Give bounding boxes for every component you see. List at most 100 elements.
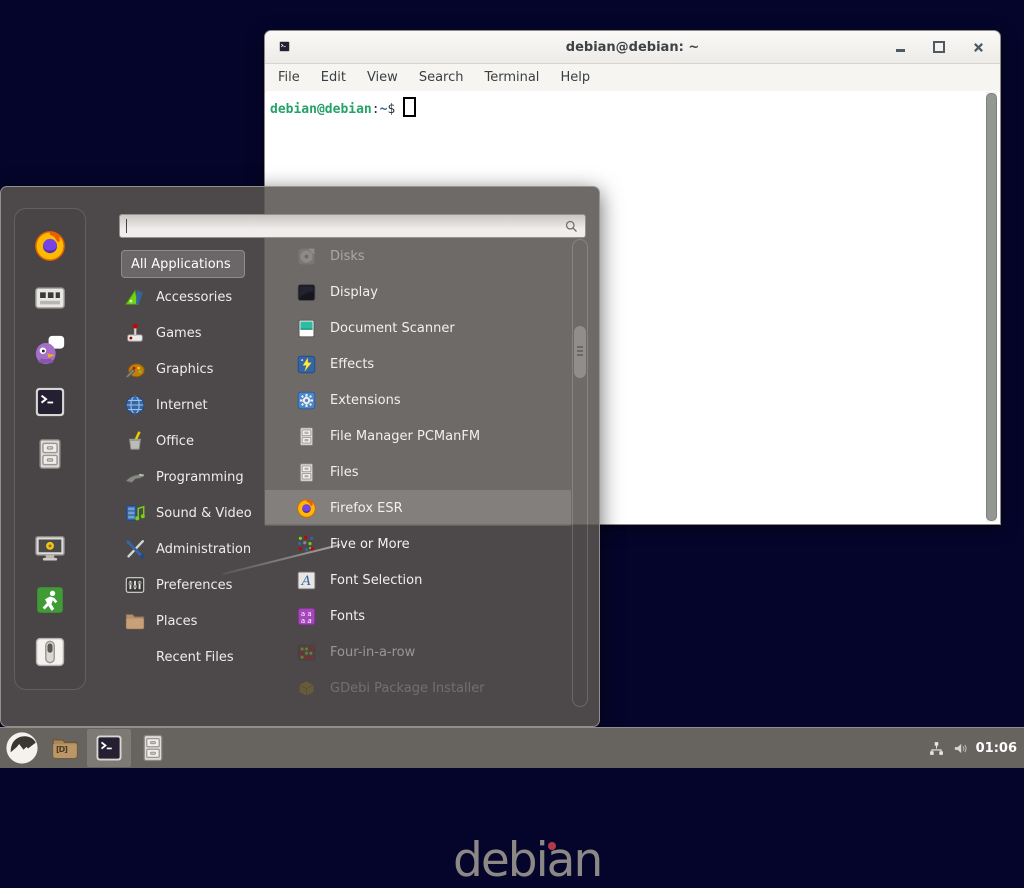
category-label: Accessories (156, 290, 232, 305)
category-item[interactable]: Office (121, 423, 271, 459)
all-applications-button[interactable]: All Applications (121, 250, 245, 278)
system-tray: 01:06 (928, 740, 1024, 757)
application-list-item[interactable]: GDebi Package Installer (265, 670, 571, 706)
administration-icon (124, 538, 146, 560)
application-label: Extensions (330, 393, 401, 408)
terminal-window-icon (278, 40, 291, 53)
search-caret (126, 219, 127, 233)
application-list-item[interactable]: aaaa Fonts (265, 598, 571, 634)
category-item[interactable]: Sound & Video (121, 495, 271, 531)
application-list-scrollbar[interactable] (572, 239, 588, 707)
taskbar-window-button[interactable] (87, 729, 131, 767)
prompt-dollar: $ (387, 102, 395, 117)
maximize-button[interactable] (933, 41, 945, 53)
application-label: File Manager PCManFM (330, 429, 480, 444)
sound-video-icon (124, 502, 146, 524)
gdebi-icon (296, 678, 317, 699)
application-list-item[interactable]: Files (265, 454, 571, 490)
file-manager-icon (296, 426, 317, 447)
category-item[interactable]: Preferences (121, 567, 271, 603)
category-item[interactable]: Accessories (121, 279, 271, 315)
debian-watermark: debian (453, 837, 601, 884)
cabinet-icon[interactable] (33, 437, 67, 471)
firefox-icon[interactable] (33, 229, 67, 263)
application-label: Four-in-a-row (330, 645, 415, 660)
terminal-icon[interactable] (33, 385, 67, 419)
category-label: Graphics (156, 362, 213, 377)
category-label: Places (156, 614, 197, 629)
application-menu: debian All Applications Accessories (0, 186, 600, 727)
close-button[interactable] (973, 42, 984, 53)
games-icon (124, 322, 146, 344)
terminal-scrollbar[interactable] (986, 92, 997, 522)
search-icon (564, 219, 579, 234)
pidgin-icon[interactable] (33, 333, 67, 367)
prompt-user-host: debian@debian (270, 102, 372, 117)
shutdown-icon[interactable] (33, 635, 67, 669)
application-list-item[interactable]: Display (265, 274, 571, 310)
application-list: Disks Display Document Scanner Effects E… (265, 238, 571, 706)
application-list-scrollbar-thumb[interactable] (574, 326, 586, 378)
prompt-colon: : (372, 102, 380, 117)
volume-icon[interactable] (952, 740, 969, 757)
fonts-icon: aaaa (296, 606, 317, 627)
application-list-item[interactable]: Firefox ESR (265, 490, 571, 526)
menu-search-bar[interactable] (119, 214, 586, 238)
terminal-menu-item[interactable]: View (367, 70, 398, 85)
application-label: Fonts (330, 609, 365, 624)
application-list-item[interactable]: Disks (265, 238, 571, 274)
category-label: Recent Files (156, 650, 234, 665)
folder-icon (50, 733, 80, 763)
search-input[interactable] (129, 217, 564, 235)
menu-button[interactable] (5, 731, 39, 765)
taskbar-window-buttons: [D] (43, 729, 175, 767)
terminal-icon (94, 733, 124, 763)
cabinet-icon (138, 733, 168, 763)
application-list-item[interactable]: Document Scanner (265, 310, 571, 346)
application-label: Effects (330, 357, 374, 372)
terminal-titlebar[interactable]: debian@debian: ~ (265, 31, 1000, 64)
category-item[interactable]: Programming (121, 459, 271, 495)
taskbar-window-button[interactable] (131, 729, 175, 767)
category-item[interactable]: Places (121, 603, 271, 639)
category-item[interactable]: Games (121, 315, 271, 351)
application-list-item[interactable]: Five or More (265, 526, 571, 562)
internet-icon (124, 394, 146, 416)
disks-icon (296, 246, 317, 267)
display-icon (296, 282, 317, 303)
four-in-a-row-icon (296, 642, 317, 663)
svg-text:a: a (301, 617, 305, 625)
terminal-menu-item[interactable]: Edit (321, 70, 346, 85)
application-label: Firefox ESR (330, 501, 403, 516)
category-label: Programming (156, 470, 244, 485)
programming-icon (124, 466, 146, 488)
application-list-item[interactable]: File Manager PCManFM (265, 418, 571, 454)
category-list: Accessories Games Graphics Internet Offi… (121, 279, 271, 675)
terminal-menu-item[interactable]: File (278, 70, 300, 85)
terminal-scrollbar-thumb[interactable] (986, 93, 997, 521)
tweaks-icon[interactable] (33, 281, 67, 315)
category-item[interactable]: Administration (121, 531, 271, 567)
clock[interactable]: 01:06 (976, 741, 1017, 756)
terminal-menu-item[interactable]: Search (419, 70, 464, 85)
category-item[interactable]: Graphics (121, 351, 271, 387)
application-label: Document Scanner (330, 321, 455, 336)
taskbar-window-button[interactable]: [D] (43, 729, 87, 767)
category-item[interactable]: Internet (121, 387, 271, 423)
terminal-menu-item[interactable]: Help (560, 70, 590, 85)
places-icon (124, 610, 146, 632)
application-list-item[interactable]: Effects (265, 346, 571, 382)
network-icon[interactable] (928, 740, 945, 757)
svg-text:A: A (301, 573, 311, 588)
category-item[interactable]: Recent Files (121, 639, 271, 675)
logout-icon[interactable] (33, 583, 67, 617)
preferences-icon (124, 574, 146, 596)
application-list-item[interactable]: Four-in-a-row (265, 634, 571, 670)
minimize-button[interactable] (896, 49, 905, 52)
lock-screen-icon[interactable] (33, 531, 67, 565)
application-list-item[interactable]: Extensions (265, 382, 571, 418)
category-label: Preferences (156, 578, 232, 593)
window-controls (896, 31, 984, 63)
application-list-item[interactable]: A Font Selection (265, 562, 571, 598)
terminal-menu-item[interactable]: Terminal (484, 70, 539, 85)
